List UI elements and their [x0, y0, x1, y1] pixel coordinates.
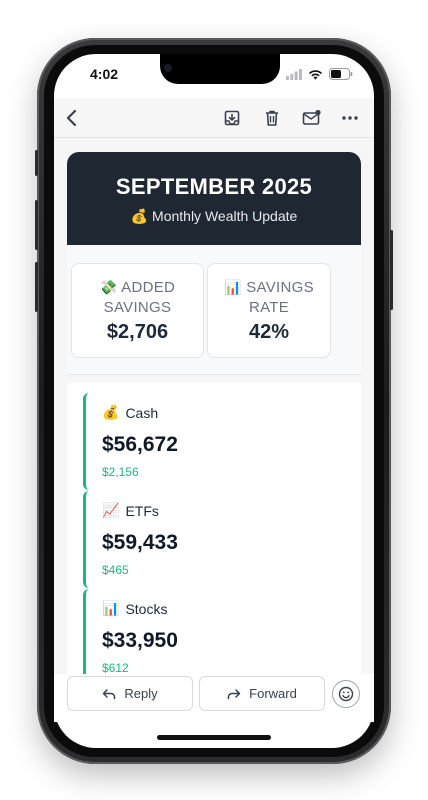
newsletter-title: SEPTEMBER 2025 [115, 174, 313, 199]
account-name-text: Cash [125, 405, 159, 421]
stat-value: $2,706 [106, 321, 169, 343]
money-bag-icon: 💰 [130, 209, 149, 225]
account-name: 💰 Cash [102, 405, 158, 421]
subtitle-text: Monthly Wealth Update [152, 208, 298, 224]
trash-icon [266, 110, 278, 126]
reply-actions-bar: Reply Forward [54, 674, 374, 722]
stat-card-savings-rate: 📊 SAVINGS RATE 42% [207, 263, 331, 358]
mark-unread-button[interactable] [300, 106, 324, 130]
archive-icon [224, 110, 240, 126]
account-value: $59,433 [102, 531, 178, 554]
mail-unread-icon [302, 109, 321, 125]
account-name: 📊 Stocks [102, 601, 167, 617]
cellular-signal-icon [286, 68, 302, 80]
smiley-icon [338, 686, 354, 702]
wifi-icon [309, 69, 322, 80]
account-name-text: ETFs [125, 503, 159, 519]
reply-icon [103, 688, 116, 699]
back-button[interactable] [60, 106, 84, 130]
money-wings-icon: 💸 [99, 280, 118, 296]
stat-label-line1: ADDED [121, 279, 176, 296]
account-change: $2,156 [102, 465, 139, 479]
action-button [35, 150, 38, 176]
home-indicator [157, 735, 271, 740]
status-time: 4:02 [90, 66, 119, 82]
bar-chart-icon: 📊 [102, 601, 120, 617]
newsletter-header: SEPTEMBER 2025 💰 Monthly Wealth Update [67, 152, 361, 245]
archive-button[interactable] [220, 106, 244, 130]
forward-label: Forward [249, 686, 297, 701]
dynamic-island [160, 54, 280, 84]
account-value: $56,672 [102, 433, 178, 456]
email-body[interactable]: SEPTEMBER 2025 💰 Monthly Wealth Update 💸… [54, 138, 374, 674]
more-button[interactable] [338, 106, 362, 130]
accounts-list: 💰 Cash $56,672 $2,156 📈 ETFs $59,433 $46… [67, 383, 361, 674]
stats-section: 💸 ADDED SAVINGS $2,706 📊 SAVINGS RATE 42… [67, 245, 361, 375]
forward-icon [227, 688, 241, 699]
stat-card-added-savings: 💸 ADDED SAVINGS $2,706 [71, 263, 204, 358]
account-card-etfs: 📈 ETFs $59,433 $465 [83, 491, 343, 588]
reply-button[interactable]: Reply [67, 676, 193, 711]
mail-toolbar [54, 98, 374, 138]
money-bag-icon: 💰 [102, 405, 120, 421]
account-value: $33,950 [102, 629, 178, 652]
account-card-stocks: 📊 Stocks $33,950 $612 [83, 589, 343, 674]
more-horizontal-icon [342, 116, 358, 120]
stat-label: 💸 ADDED SAVINGS [72, 278, 203, 317]
emoji-reaction-button[interactable] [332, 680, 360, 708]
power-button [390, 230, 393, 310]
volume-down-button [35, 262, 38, 312]
stat-label-line2: RATE [248, 299, 290, 316]
stat-label-line1: SAVINGS [246, 279, 314, 296]
chevron-left-icon [66, 109, 77, 127]
forward-button[interactable]: Forward [199, 676, 325, 711]
account-change: $465 [102, 563, 129, 577]
status-icons [286, 68, 353, 80]
reply-label: Reply [124, 686, 158, 701]
account-card-cash: 💰 Cash $56,672 $2,156 [83, 393, 343, 490]
volume-up-button [35, 200, 38, 250]
account-change: $612 [102, 661, 129, 674]
stat-value: 42% [248, 321, 290, 343]
stat-label-line2: SAVINGS [103, 299, 172, 316]
bar-chart-icon: 📊 [224, 280, 242, 296]
account-name-text: Stocks [125, 601, 168, 617]
account-name: 📈 ETFs [102, 503, 159, 519]
delete-button[interactable] [260, 106, 284, 130]
newsletter-subtitle: 💰 Monthly Wealth Update [67, 208, 361, 225]
camera-dot [164, 64, 172, 72]
stat-label: 📊 SAVINGS RATE [208, 278, 330, 317]
battery-icon [329, 68, 353, 80]
chart-increasing-icon: 📈 [102, 503, 120, 519]
